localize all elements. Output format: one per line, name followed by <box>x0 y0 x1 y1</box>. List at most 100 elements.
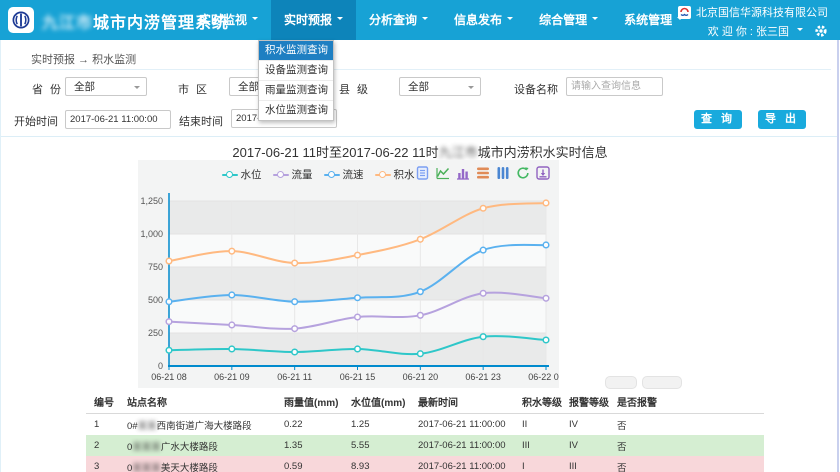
end-time-label: 结束时间 <box>179 113 223 129</box>
company-info: 北京国信华源科技有限公司 <box>678 4 828 20</box>
table-row[interactable]: 3 0某某某美天大楼路段 0.59 8.93 2017-06-21 11:00:… <box>86 456 764 472</box>
svg-text:06-21 09: 06-21 09 <box>214 372 250 382</box>
user-name-link[interactable]: 张三国 <box>756 23 789 39</box>
line-chart[interactable]: 02505007501,0001,25006-21 0806-21 0906-2… <box>138 185 559 388</box>
col-header-time: 最新时间 <box>410 390 514 414</box>
company-name: 北京国信华源科技有限公司 <box>696 4 828 20</box>
start-time-label: 开始时间 <box>14 113 58 129</box>
redacted-station-code: 某某某 <box>132 442 161 453</box>
col-header-flood-level: 积水等级 <box>514 390 561 414</box>
svg-text:1,250: 1,250 <box>140 196 163 206</box>
col-header-is-alarm: 是否报警 <box>609 390 764 414</box>
legend-marker <box>222 170 238 179</box>
station-name: 0某某某广水大楼路段 <box>119 435 276 456</box>
main-nav: 实时监视 实时预报 分析查询 信息发布 综合管理 系统管理 <box>186 0 696 40</box>
svg-text:500: 500 <box>148 295 163 305</box>
query-button[interactable]: 查 询 <box>694 110 742 129</box>
svg-text:06-21 15: 06-21 15 <box>340 372 376 382</box>
company-logo-icon <box>678 6 691 19</box>
legend-marker <box>324 170 340 179</box>
nav-realtime-monitor[interactable]: 实时监视 <box>186 0 271 40</box>
nav-info-publish[interactable]: 信息发布 <box>441 0 526 40</box>
svg-text:06-21 20: 06-21 20 <box>403 372 439 382</box>
station-data-table: 编号 站点名称 雨量值(mm) 水位值(mm) 最新时间 积水等级 报警等级 是… <box>86 390 764 472</box>
chevron-down-icon <box>592 17 598 23</box>
legend-item-accumulation[interactable]: 积水 <box>375 167 415 182</box>
county-label: 县 级 <box>339 81 370 97</box>
svg-text:06-21 23: 06-21 23 <box>465 372 501 382</box>
scrollbar[interactable] <box>837 40 839 472</box>
svg-text:1,000: 1,000 <box>140 229 163 239</box>
redacted-city-name: 九江市 <box>42 15 93 32</box>
line-chart-icon[interactable] <box>436 166 450 180</box>
svg-text:0: 0 <box>158 361 163 371</box>
app-logo-icon <box>8 7 34 33</box>
legend-marker <box>375 170 391 179</box>
legend-item-flow-volume[interactable]: 流量 <box>273 167 313 182</box>
restore-icon[interactable] <box>516 166 530 180</box>
top-header: 九江市城市内涝管理系统 实时监视 实时预报 分析查询 信息发布 综合管理 系统管… <box>0 0 840 40</box>
col-header-alarm-level: 报警等级 <box>561 390 609 414</box>
station-name: 0某某某美天大楼路段 <box>119 456 276 472</box>
divider <box>9 69 831 70</box>
redacted-station-code: 某某某 <box>132 463 161 472</box>
chevron-down-icon <box>507 17 513 23</box>
menu-item-waterlevel-monitor-query[interactable]: 水位监测查询 <box>259 100 333 120</box>
chart-toolbox <box>416 166 550 180</box>
col-header-rain: 雨量值(mm) <box>276 390 343 414</box>
province-select[interactable]: 全部 <box>65 77 147 96</box>
divider <box>1 136 839 137</box>
table-action-button[interactable] <box>642 376 682 389</box>
station-name: 0#某某西南街道广海大楼路段 <box>119 414 276 436</box>
chevron-down-icon <box>422 17 428 23</box>
svg-text:06-21 11: 06-21 11 <box>277 372 312 382</box>
table-row[interactable]: 1 0#某某西南街道广海大楼路段 0.22 1.25 2017-06-21 11… <box>86 414 764 436</box>
nav-general-manage[interactable]: 综合管理 <box>526 0 611 40</box>
table-action-button[interactable] <box>605 376 637 389</box>
col-header-no: 编号 <box>86 390 119 414</box>
save-image-icon[interactable] <box>536 166 550 180</box>
svg-text:06-22 09: 06-22 09 <box>528 372 559 382</box>
export-button[interactable]: 导 出 <box>758 110 806 129</box>
nav-analysis-query[interactable]: 分析查询 <box>356 0 441 40</box>
data-view-icon[interactable] <box>416 166 430 180</box>
stack-icon[interactable] <box>476 166 490 180</box>
menu-item-rainfall-monitor-query[interactable]: 雨量监测查询 <box>259 80 333 100</box>
chevron-down-icon <box>337 17 343 23</box>
nav-realtime-forecast[interactable]: 实时预报 <box>271 0 356 40</box>
forecast-dropdown-menu: 积水监测查询 设备监测查询 雨量监测查询 水位监测查询 <box>258 40 334 121</box>
chevron-down-icon[interactable] <box>797 28 803 34</box>
col-header-water: 水位值(mm) <box>343 390 410 414</box>
menu-item-water-accumulation-query[interactable]: 积水监测查询 <box>259 41 333 60</box>
table-header-row: 编号 站点名称 雨量值(mm) 水位值(mm) 最新时间 积水等级 报警等级 是… <box>86 390 764 414</box>
line-chart-panel: 水位 流量 流速 积水 02505007501,0001,25006-21 08… <box>138 160 559 388</box>
start-time-input[interactable] <box>65 110 171 129</box>
city-label: 市 区 <box>178 81 209 97</box>
svg-text:750: 750 <box>148 262 163 272</box>
welcome-label: 欢 迎 你 : <box>708 23 753 39</box>
menu-item-device-monitor-query[interactable]: 设备监测查询 <box>259 60 333 80</box>
chevron-down-icon <box>468 86 474 92</box>
main-content: 实时预报 → 积水监测 省 份 全部 市 区 全部 县 级 全部 设备名称 开始… <box>0 40 839 472</box>
app-window: 九江市城市内涝管理系统 实时监视 实时预报 分析查询 信息发布 综合管理 系统管… <box>0 0 840 472</box>
col-header-station: 站点名称 <box>119 390 276 414</box>
device-name-input[interactable] <box>566 77 663 96</box>
tiled-icon[interactable] <box>496 166 510 180</box>
table-row[interactable]: 2 0某某某广水大楼路段 1.35 5.55 2017-06-21 11:00:… <box>86 435 764 456</box>
chart-title: 2017-06-21 11时至2017-06-22 11时九江市城市内涝积水实时… <box>1 142 839 161</box>
bar-chart-icon[interactable] <box>456 166 470 180</box>
header-right: 北京国信华源科技有限公司 欢 迎 你 : 张三国 <box>678 4 828 39</box>
province-label: 省 份 <box>32 81 63 97</box>
legend-marker <box>273 170 289 179</box>
redacted-station-code: 某某 <box>138 421 157 432</box>
legend-item-water-level[interactable]: 水位 <box>222 167 262 182</box>
chevron-down-icon <box>252 17 258 23</box>
county-select[interactable]: 全部 <box>399 77 481 96</box>
settings-gear-icon[interactable] <box>814 24 828 38</box>
legend-item-flow-speed[interactable]: 流速 <box>324 167 364 182</box>
breadcrumb: 实时预报 → 积水监测 <box>31 51 136 67</box>
chevron-down-icon <box>134 86 140 92</box>
redacted-city-name: 九江市 <box>439 145 478 160</box>
device-name-label: 设备名称 <box>514 81 558 97</box>
svg-text:06-21 08: 06-21 08 <box>151 372 187 382</box>
